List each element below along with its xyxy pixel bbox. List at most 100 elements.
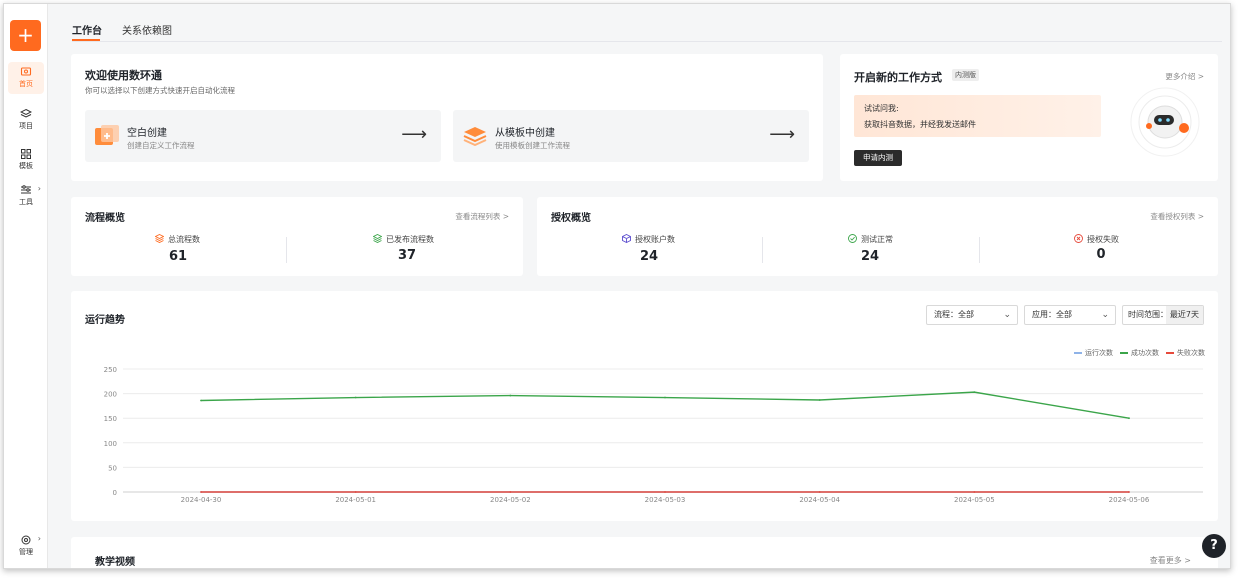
x-tick-label: 2024-05-02 xyxy=(490,496,531,504)
x-tick-label: 2024-05-05 xyxy=(954,496,995,504)
tab-dependency-graph[interactable]: 关系依赖图 xyxy=(122,22,172,37)
y-tick-label: 150 xyxy=(104,415,117,423)
test-ok-label: 测试正常 xyxy=(861,235,893,244)
auth-accounts-value: 24 xyxy=(639,249,659,264)
auth-overview-title: 授权概览 xyxy=(551,213,591,224)
y-tick-label: 100 xyxy=(104,440,117,448)
template-create-title: 从模板中创建 xyxy=(495,128,555,139)
auth-overview-card: 授权概览 查看授权列表 > 授权账户数 24 测试正常 24 授权失败 0 xyxy=(537,197,1218,276)
y-tick-label: 200 xyxy=(104,391,117,399)
flow-overview-card: 流程概览 查看流程列表 > 总流程数 61 已发布流程数 37 xyxy=(71,197,523,276)
legend-failed[interactable]: 失败次数 xyxy=(1166,348,1205,358)
auth-list-link[interactable]: 查看授权列表 > xyxy=(1150,211,1204,222)
flow-stack-icon xyxy=(155,234,164,243)
arrow-right-icon: ⟶ xyxy=(769,124,795,145)
welcome-card: 欢迎使用数环通 你可以选择以下创建方式快速开启自动化流程 空白创建 创建自定义工… xyxy=(71,54,823,181)
x-tick-label: 2024-05-01 xyxy=(335,496,376,504)
video-title: 教学视频 xyxy=(95,557,135,568)
chevron-right-icon: › xyxy=(37,184,41,193)
y-tick-label: 50 xyxy=(108,464,117,472)
template-stack-icon xyxy=(463,127,487,146)
stat-divider xyxy=(286,237,287,263)
time-range-select[interactable]: 时间范围： 最近7天 xyxy=(1122,305,1204,325)
prompt-text: 获取抖音数据，并经我发送邮件 xyxy=(864,120,976,129)
x-tick-label: 2024-05-04 xyxy=(799,496,840,504)
blank-create-desc: 创建自定义工作流程 xyxy=(127,141,195,150)
stat-divider xyxy=(762,237,763,263)
time-range-label: 时间范围： xyxy=(1128,310,1168,319)
app-filter-select[interactable]: 应用：全部 ⌄ xyxy=(1024,305,1116,325)
published-stack-icon xyxy=(373,234,382,243)
data-point xyxy=(1128,491,1130,493)
sidebar-item-template[interactable]: 模板 xyxy=(8,144,44,176)
arrow-right-icon: ⟶ xyxy=(401,124,427,145)
data-point xyxy=(509,491,512,493)
test-ok-value: 24 xyxy=(860,249,880,264)
trend-line-chart: 250 200 150 100 50 0 2024-04-30 2024-05-01 2024-… xyxy=(104,366,1203,504)
chevron-down-icon: ⌄ xyxy=(1101,310,1109,320)
auth-failed-label: 授权失败 xyxy=(1087,235,1119,244)
layers-icon xyxy=(20,108,32,118)
prompt-banner: 试试问我: 获取抖音数据，并经我发送邮件 xyxy=(854,95,1101,137)
sidebar-item-manage[interactable]: 管理 › xyxy=(8,530,44,562)
data-point xyxy=(664,491,666,493)
sidebar: + 首页 项目 模板 工具 › 管理 › xyxy=(4,4,48,568)
flow-filter-select[interactable]: 流程：全部 ⌄ xyxy=(926,305,1018,325)
promo-title: 开启新的工作方式 xyxy=(854,71,942,84)
data-point xyxy=(973,391,976,394)
trend-title: 运行趋势 xyxy=(85,315,125,326)
beta-badge: 内测版 xyxy=(952,69,979,81)
x-tick-label: 2024-04-30 xyxy=(181,496,222,504)
app-window: + 首页 项目 模板 工具 › 管理 › 工作台 关系依赖图 欢迎使用数环通 你… xyxy=(3,3,1231,569)
y-tick-label: 0 xyxy=(113,489,117,497)
blank-create-option[interactable]: 空白创建 创建自定义工作流程 ⟶ xyxy=(85,110,441,162)
video-more-link[interactable]: 查看更多 > xyxy=(1150,555,1191,566)
sidebar-item-project[interactable]: 项目 xyxy=(8,104,44,136)
data-point xyxy=(973,491,976,493)
sidebar-item-label: 项目 xyxy=(19,122,33,130)
grid-icon xyxy=(21,149,31,159)
auth-accounts-label: 授权账户数 xyxy=(635,235,675,244)
welcome-subtitle: 你可以选择以下创建方式快速开启自动化流程 xyxy=(85,86,235,95)
sidebar-item-label: 模板 xyxy=(19,162,33,170)
home-icon xyxy=(20,67,32,76)
add-button[interactable]: + xyxy=(10,20,41,51)
template-create-option[interactable]: 从模板中创建 使用模板创建工作流程 ⟶ xyxy=(453,110,809,162)
sidebar-item-label: 工具 xyxy=(19,198,33,206)
sidebar-item-label: 首页 xyxy=(19,80,33,88)
robot-mascot-icon xyxy=(1130,87,1200,157)
app-filter-value: 应用：全部 xyxy=(1032,310,1072,319)
data-point xyxy=(509,394,512,397)
series-line xyxy=(200,391,1130,419)
sidebar-item-home[interactable]: 首页 xyxy=(8,62,44,94)
data-point xyxy=(200,491,202,493)
tools-icon xyxy=(21,185,31,194)
x-tick-label: 2024-05-06 xyxy=(1109,496,1150,504)
tab-workbench[interactable]: 工作台 xyxy=(72,22,102,37)
total-flows-value: 61 xyxy=(168,249,188,264)
auth-failed-value: 0 xyxy=(1096,247,1106,262)
published-flows-label: 已发布流程数 xyxy=(386,235,434,244)
prompt-label: 试试问我: xyxy=(864,104,899,113)
error-circle-icon xyxy=(1074,234,1083,243)
template-create-desc: 使用模板创建工作流程 xyxy=(495,141,570,150)
data-point xyxy=(354,491,357,493)
promo-more-link[interactable]: 更多介绍 > xyxy=(1165,71,1204,82)
legend-success[interactable]: 成功次数 xyxy=(1120,348,1159,358)
flow-list-link[interactable]: 查看流程列表 > xyxy=(455,211,509,222)
blank-create-icon xyxy=(95,125,119,145)
apply-beta-button[interactable]: 申请内测 xyxy=(854,150,902,166)
flow-overview-title: 流程概览 xyxy=(85,213,125,224)
chevron-down-icon: ⌄ xyxy=(1003,310,1011,320)
data-point xyxy=(200,399,202,402)
help-button[interactable]: ? xyxy=(1202,534,1226,558)
sidebar-item-tools[interactable]: 工具 › xyxy=(8,180,44,212)
chevron-right-icon: › xyxy=(37,534,41,543)
data-point xyxy=(818,399,821,401)
data-point xyxy=(354,396,357,399)
flow-filter-value: 流程：全部 xyxy=(934,310,974,319)
y-tick-label: 250 xyxy=(104,366,117,374)
data-point xyxy=(664,396,666,399)
legend-runs[interactable]: 运行次数 xyxy=(1074,348,1113,358)
cube-icon xyxy=(622,234,631,243)
